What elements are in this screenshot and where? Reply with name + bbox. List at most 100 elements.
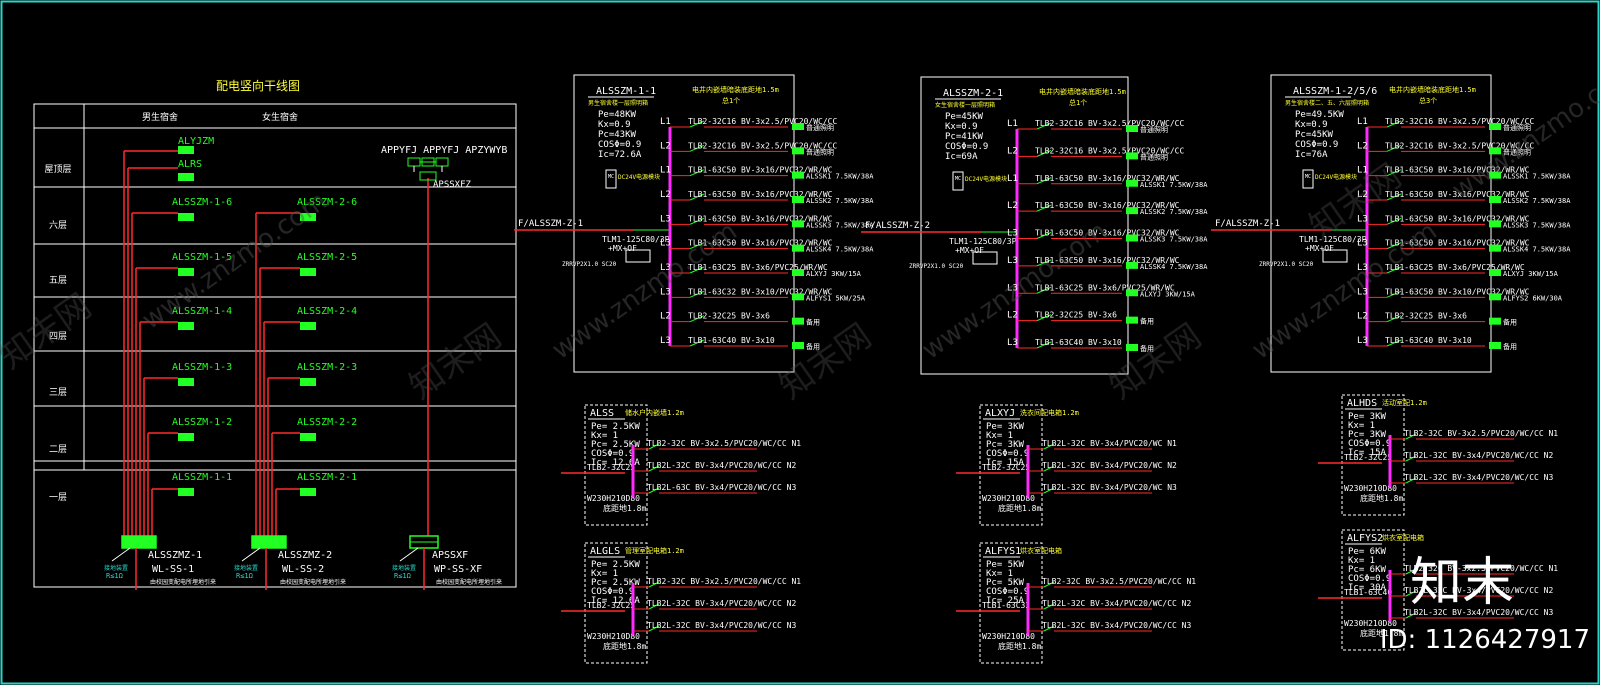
watermark-logo: 知末 [1410, 553, 1514, 613]
circuit-load: ALSSK4 7.5KW/38A [1503, 246, 1571, 254]
small-circuit-label: TLB2L-63C BV-3x4/PVC20/WC/CC N3 [647, 483, 796, 492]
phase-label: L1 [660, 117, 671, 127]
phase-label: L2 [1007, 201, 1018, 211]
circuit-tag [792, 342, 804, 349]
circuit-load: ALSSK1 7.5KW/38A [806, 173, 874, 181]
circuit-tag [1489, 196, 1501, 203]
circuit-load: 备用 [1140, 317, 1154, 326]
incoming-label: F/ALSSZM-Z-1 [518, 219, 583, 229]
circuit-load: ALFYS1 5KW/25A [806, 294, 866, 302]
main-breaker-aux: +MX+OF [1305, 244, 1334, 253]
small-box-note: 洗衣间配电箱1.2m [1020, 408, 1079, 417]
box-male-floor [178, 378, 194, 386]
phase-label: L3 [1007, 229, 1018, 239]
ground-tag: 接地装置 [234, 564, 258, 572]
circuit-load: ALFYS2 6KW/30A [1503, 294, 1563, 302]
main-name: ALSSZMZ-1 [148, 550, 202, 561]
phase-label: L3 [1007, 256, 1018, 266]
phase-label: L3 [1007, 338, 1018, 348]
small-box-name: ALGLS [590, 546, 620, 557]
main-cable: WL-SS-2 [282, 564, 324, 575]
main-note: 由校园变配电所埋地引来 [150, 578, 216, 586]
small-circuit-label: TLB2-32C BV-3x2.5/PVC20/WC/CC N1 [647, 439, 801, 448]
circuit-load: ALSSK4 7.5KW/38A [806, 246, 874, 254]
panel-param: Pe=48KW [598, 110, 637, 120]
panel-count: 总1个 [722, 96, 740, 105]
box-male-floor [178, 433, 194, 441]
floor-label: 一层 [49, 492, 67, 503]
circuit-load: ALSSK1 7.5KW/38A [1140, 181, 1208, 189]
circuit-load: 普通照明 [1140, 152, 1168, 161]
phase-label: L2 [660, 190, 671, 200]
mc-label: MC [1305, 174, 1311, 180]
control-cable: ZRRVP2X1.0 SC20 [562, 261, 617, 268]
main-note: 由校园变配电所埋地引来 [280, 578, 346, 586]
small-box-note: 活动室配1.2m [1382, 398, 1427, 407]
small-meter-note: 底距地1.8m [998, 641, 1041, 651]
small-circuit-label: TLB2L-32C BV-3x4/PVC20/WC/CC N2 [647, 461, 796, 470]
phase-label: L1 [1007, 174, 1018, 184]
circuit-tag [1489, 269, 1501, 276]
circuit-load: ALXYJ 3KW/15A [1503, 270, 1559, 278]
panel-param: Kx=0.9 [1295, 120, 1328, 130]
phase-label: L1 [660, 166, 671, 176]
panel-param: Kx=0.9 [945, 122, 978, 132]
phase-label: L2 [660, 312, 671, 322]
circuit-load: ALSSK2 7.5KW/38A [1140, 208, 1208, 216]
circuit-tag [1489, 220, 1501, 228]
small-circuit-label: TLB2L-32C BV-3x4/PVC20/WC/CC N3 [1042, 621, 1191, 630]
small-circuit-label: TLB2L-32C BV-3x4/PVC20/WC N1 [1042, 439, 1177, 448]
circuit-tag [1489, 123, 1501, 130]
circuit-load: ALSSK1 7.5KW/38A [1503, 173, 1571, 181]
panel-param: Ic=76A [1295, 150, 1328, 160]
circuit-spec: TLB1-63C40 BV-3x10 [1385, 336, 1472, 345]
circuit-spec: TLB1-63C40 BV-3x10 [1035, 338, 1122, 347]
circuit-load: 普通照明 [806, 123, 834, 132]
floor-label: 屋顶层 [44, 164, 71, 175]
small-main: TLB2-32C25 [982, 463, 1030, 472]
mc-label: MC [608, 174, 614, 180]
floor-label: 六层 [49, 219, 67, 231]
box-label: ALSSZM-2-3 [297, 362, 357, 373]
small-box-name: ALFYS1 [985, 546, 1021, 557]
circuit-load: 备用 [1503, 318, 1517, 327]
circuit-spec: TLB1-63C40 BV-3x10 [688, 336, 775, 345]
box-label: ALSSZM-1-6 [172, 197, 232, 208]
small-main: TLB2-32C25 [587, 463, 635, 472]
panel-param: Pc=43KW [598, 130, 637, 140]
incoming-label: F/ALSSZM-Z-2 [865, 221, 930, 231]
ground-tag: 接地装置 [392, 564, 416, 572]
small-box-name: ALXYJ [985, 408, 1015, 419]
panel-param: COSΦ=0.9 [598, 140, 641, 150]
panel-param: Kx=0.9 [598, 120, 631, 130]
header-female: 女生宿舍 [262, 111, 298, 123]
panel-name: ALSSZM-2-1 [943, 88, 1003, 99]
circuit-tag [792, 269, 804, 276]
circuit-load: ALSSK3 7.5KW/38A [1140, 236, 1208, 244]
circuit-tag [1126, 234, 1138, 242]
main-breaker-aux: +MX+OF [955, 246, 984, 255]
fire-sub-label: APSSXFZ [433, 180, 472, 190]
box-label: ALSSZM-1-3 [172, 362, 232, 373]
box-label: ALSSZM-2-5 [297, 252, 357, 263]
circuit-tag [1126, 207, 1138, 215]
header-male: 男生宿舍 [142, 111, 178, 123]
circuit-tag [1126, 289, 1138, 297]
panel-param: Pc=45KW [1295, 130, 1334, 140]
cad-drawing-canvas: 配电竖向干线图男生宿舍 女生宿舍屋顶层六层五层四层三层二层一层ALYJZMALRS… [0, 0, 1600, 685]
small-box-note: 烘衣室配电箱 [1382, 533, 1424, 542]
phase-label: L3 [660, 214, 671, 224]
phase-label: L1 [1357, 117, 1368, 127]
panel-name: ALSSZM-1-1 [596, 86, 656, 97]
circuit-load: 普通照明 [806, 147, 834, 156]
circuit-load: ALSSK3 7.5KW/38A [1503, 221, 1571, 229]
box-label: ALSSZM-2-1 [297, 472, 357, 483]
panel-subtitle: 男生宿舍楼一层照明箱 [588, 99, 648, 107]
circuit-tag [1126, 316, 1138, 324]
circuit-tag [1126, 152, 1138, 160]
phase-label: L2 [660, 141, 671, 151]
box-female-floor [300, 378, 316, 386]
mc-note: DC24V电源模块 [965, 175, 1007, 183]
small-meter-note: 底距地1.8m [603, 503, 646, 513]
small-meter-note: 底距地1.8m [1360, 493, 1403, 503]
